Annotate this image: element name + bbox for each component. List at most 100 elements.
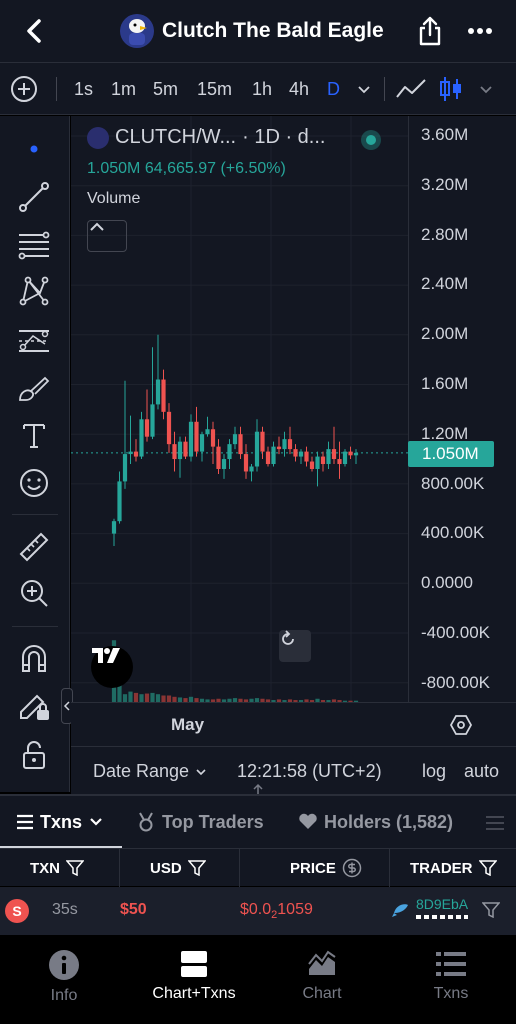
tab-txns[interactable]: Txns (16, 810, 104, 834)
column-price[interactable]: PRICE (240, 849, 390, 887)
nav-chart[interactable]: Chart (267, 949, 377, 1009)
token-title: Clutch The Bald Eagle (120, 12, 384, 50)
more-button[interactable] (462, 14, 498, 48)
column-label: PRICE (290, 859, 336, 877)
market-status-dot[interactable] (361, 130, 381, 150)
tradingview-logo-icon (92, 648, 120, 663)
nav-txns[interactable]: Txns (396, 949, 506, 1009)
price-axis[interactable]: 3.60M 3.20M 2.80M 2.40M 2.00M 1.60M 1.20… (408, 116, 516, 702)
txn-age: 35s (52, 901, 78, 918)
unlock-tool[interactable] (15, 736, 53, 774)
pattern-tool[interactable] (15, 272, 53, 310)
candle-body (265, 451, 271, 465)
tradingview-logo[interactable] (91, 646, 133, 688)
tab-holders[interactable]: Holders (1,582) (298, 810, 453, 834)
chevron-down-icon (90, 818, 102, 826)
back-button[interactable] (18, 14, 50, 48)
table-row[interactable]: S 35s $50 $0.021059 8D9EbA (0, 887, 516, 935)
candle-body (183, 441, 188, 457)
interval-d[interactable]: D (327, 77, 340, 101)
lock-drawings-tool[interactable] (15, 686, 53, 724)
horizontal-lines-icon (18, 231, 50, 260)
axis-settings-button[interactable] (449, 713, 473, 737)
plus-circle-icon (11, 76, 37, 102)
toolbar-divider (12, 626, 58, 627)
trend-line-tool[interactable] (15, 178, 53, 216)
nav-info[interactable]: Info (9, 949, 119, 1009)
column-txn[interactable]: TXN (0, 849, 120, 887)
candle-body (342, 451, 348, 465)
reset-chart-button[interactable] (279, 630, 311, 662)
line-chart-button[interactable] (394, 75, 428, 103)
add-symbol-button[interactable] (10, 75, 38, 103)
zoom-tool[interactable] (15, 574, 53, 612)
y-tick-label: 1.60M (421, 374, 469, 393)
collapse-legend-button[interactable] (87, 220, 127, 252)
chevron-down-icon (196, 769, 206, 776)
smiley-icon (20, 469, 48, 497)
chart-txns-icon (181, 951, 207, 977)
last-price-tag: 1.050M (408, 441, 494, 467)
more-tabs-button[interactable] (484, 813, 506, 833)
y-tick-label: 3.60M (421, 125, 469, 144)
magnet-tool[interactable] (15, 640, 53, 678)
fib-tool[interactable] (15, 226, 53, 264)
cursor-tool[interactable] (15, 130, 53, 168)
bottom-navigation: Info Chart+Txns Chart Txns (0, 935, 516, 1024)
nav-chart-txns[interactable]: Chart+Txns (139, 949, 249, 1009)
candle-body (298, 451, 304, 457)
candle-body (188, 421, 194, 457)
chevron-left-icon (63, 701, 70, 711)
column-label: TRADER (410, 859, 473, 877)
candle-body (348, 451, 353, 456)
interval-dropdown[interactable] (354, 79, 374, 99)
volume-bar (155, 694, 161, 702)
candle-body (326, 449, 331, 465)
log-scale-toggle[interactable]: log (422, 761, 446, 782)
interval-5m[interactable]: 5m (153, 77, 178, 101)
emoji-tool[interactable] (15, 464, 53, 502)
nav-label: Chart+Txns (152, 985, 236, 1002)
column-usd[interactable]: USD (120, 849, 240, 887)
column-trader[interactable]: TRADER (390, 849, 516, 887)
ruler-tool[interactable] (15, 528, 53, 566)
time-axis[interactable]: May (71, 702, 516, 746)
trader-address[interactable]: 8D9EbA (416, 896, 468, 912)
prediction-tool[interactable] (15, 322, 53, 360)
trader-fish-icon (392, 901, 410, 919)
clock-timezone[interactable]: 12:21:58 (UTC+2) (237, 761, 382, 782)
y-tick-label: 0.0000 (421, 573, 473, 592)
brush-tool[interactable] (15, 370, 53, 408)
candle-body (150, 404, 155, 437)
volume-bar (150, 692, 155, 702)
date-range-button[interactable]: Date Range (93, 761, 208, 782)
trader-filter-button[interactable] (481, 902, 501, 919)
interval-1m[interactable]: 1m (111, 77, 136, 101)
chart-type-dropdown[interactable] (476, 79, 496, 99)
page-title: Clutch The Bald Eagle (162, 19, 384, 42)
column-label: TXN (30, 859, 60, 877)
line-chart-icon (396, 79, 426, 98)
candle-body (309, 461, 315, 469)
x-tick-label: May (171, 715, 205, 734)
nav-label: Chart (302, 985, 342, 1002)
drawing-toolbar (0, 116, 70, 792)
candle-body (320, 456, 326, 465)
trend-line-icon (19, 182, 49, 212)
interval-1h[interactable]: 1h (252, 77, 272, 101)
price-chart[interactable]: CLUTCH/W... · 1D · d... 1.050M 64,665.97… (71, 116, 516, 702)
text-tool[interactable] (15, 416, 53, 454)
info-icon (49, 950, 79, 980)
filter-icon (187, 860, 206, 876)
interval-4h[interactable]: 4h (289, 77, 309, 101)
candle-body (271, 446, 276, 465)
share-button[interactable] (414, 14, 446, 48)
tab-top-traders[interactable]: Top Traders (136, 810, 264, 834)
date-range-label: Date Range (93, 761, 190, 781)
candle-body (161, 379, 166, 412)
interval-15m[interactable]: 15m (197, 77, 232, 101)
candles-chart-button[interactable] (436, 75, 470, 103)
interval-1s[interactable]: 1s (74, 77, 93, 101)
price-tail: 1059 (277, 901, 313, 918)
auto-scale-toggle[interactable]: auto (464, 761, 499, 782)
